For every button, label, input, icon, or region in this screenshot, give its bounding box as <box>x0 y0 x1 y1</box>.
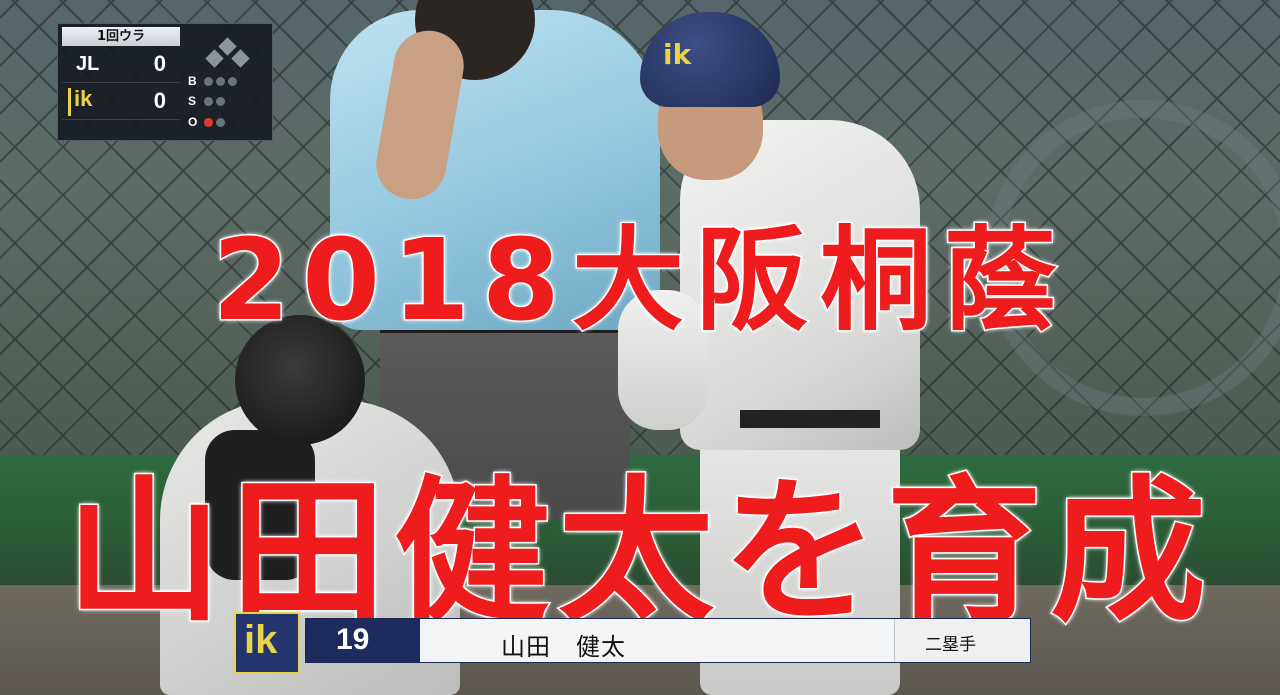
title-line-1: 2018大阪桐蔭 <box>211 215 1068 348</box>
home-team-logo: ik <box>68 86 116 118</box>
player-team-logo-text: ik <box>244 618 278 662</box>
away-team-row: JL 0 <box>62 47 180 83</box>
out-dot <box>204 118 213 127</box>
inning-indicator: 1回ウラ <box>62 27 180 46</box>
player-name: 山田 健太 <box>501 633 626 661</box>
ball-label: B <box>188 74 197 88</box>
out-dot <box>216 118 225 127</box>
scoreboard: 1回ウラ JL 0 ik 0 B S O <box>57 23 273 141</box>
home-team-row: ik 0 <box>62 84 180 120</box>
third-base-icon <box>205 49 224 68</box>
strike-dot <box>204 97 213 106</box>
batting-indicator-bar <box>68 88 71 116</box>
away-team-score: 0 <box>153 51 166 76</box>
first-base-icon <box>231 49 250 68</box>
home-team-score: 0 <box>153 88 166 113</box>
strike-dot <box>216 97 225 106</box>
player-position: 二塁手 <box>925 635 976 655</box>
ball-dot <box>228 77 237 86</box>
strike-label: S <box>188 94 197 108</box>
uniform-number-box: 19 <box>306 619 420 662</box>
out-label: O <box>188 115 198 129</box>
uniform-number: 19 <box>336 623 370 656</box>
out-count: O <box>188 115 268 133</box>
base-diamond <box>198 37 258 72</box>
away-team-abbr: JL <box>76 53 100 75</box>
helmet-logo: ik <box>663 38 692 71</box>
home-team-abbr: ik <box>74 86 93 111</box>
position-box: 二塁手 <box>894 619 1030 662</box>
ball-dot <box>204 77 213 86</box>
strike-count: S <box>188 94 268 112</box>
player-name-bar: 19 山田 健太 二塁手 <box>305 618 1031 663</box>
ball-count: B <box>188 74 268 92</box>
player-team-logo: ik <box>234 612 300 674</box>
second-base-icon <box>218 37 237 56</box>
ball-dot <box>216 77 225 86</box>
